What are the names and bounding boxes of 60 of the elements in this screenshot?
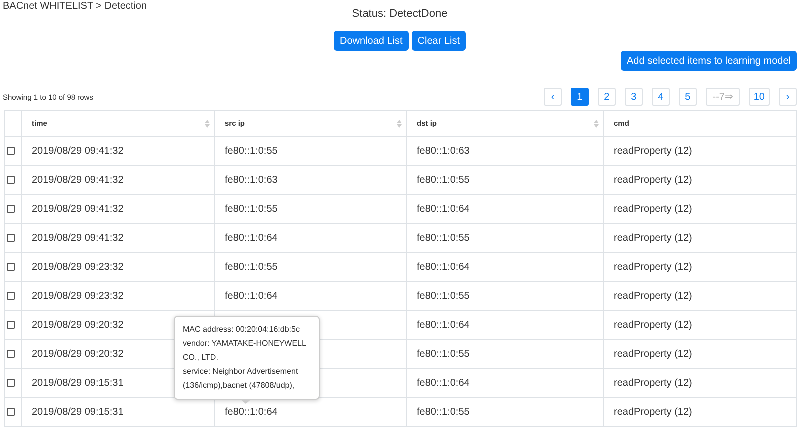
table-cell: fe80::1:0:55 [214,252,406,282]
page-link[interactable]: 4 [652,88,670,106]
sort-icon [594,120,599,128]
row-checkbox[interactable] [7,234,15,242]
row-checkbox[interactable] [7,408,15,416]
page-link[interactable]: ‹ [544,88,562,106]
page-link[interactable]: 5 [678,88,697,106]
table-cell: readProperty (12) [604,340,796,368]
tooltip: MAC address: 00:20:04:16:db:5c vendor: YAMATAKE-HONEYWELL CO., LTD. service: Neighbor Advertisement (136/icmp),bacnet (47808/udp), [174,316,320,400]
table-cell: readProperty (12) [604,310,796,340]
table-cell: readProperty (12) [604,194,796,224]
row-checkbox[interactable] [7,176,15,184]
table-cell: fe80::1:0:55 [406,398,604,426]
sort-icon [205,120,210,128]
table-cell: fe80::1:0:55 [214,136,406,166]
table-cell: fe80::1:0:64 [406,368,604,398]
table-cell: fe80::1:0:64 [406,252,604,282]
status-text: Status: DetectDone [352,8,448,20]
table-cell: readProperty (12) [604,368,796,398]
table-cell: readProperty (12) [604,252,796,282]
action-button[interactable]: Clear List [412,31,466,51]
table-cell: fe80::1:0:64 [214,224,406,252]
sort-icon [397,120,402,128]
row-checkbox[interactable] [7,378,15,387]
table-cell: 2019/08/29 09:41:32 [22,224,214,252]
page-link[interactable]: › [779,88,797,106]
page-link[interactable]: 3 [624,88,643,106]
table-cell: fe80::1:0:64 [406,194,604,224]
row-checkbox[interactable] [7,204,15,213]
table-cell: fe80::1:0:55 [406,282,604,310]
table-cell: readProperty (12) [604,136,796,166]
row-checkbox[interactable] [7,320,15,329]
breadcrumb: BACnet WHITELIST > Detection [3,1,148,12]
table-cell: fe80::1:0:55 [406,224,604,252]
table-cell: 2019/08/29 09:23:32 [22,282,214,310]
table-cell: fe80::1:0:55 [406,166,604,194]
tooltip-pointer [240,399,252,404]
action-button[interactable]: Download List [334,31,409,51]
table-cell: fe80::1:0:64 [406,310,604,340]
table-cell: readProperty (12) [604,224,796,252]
table-cell: readProperty (12) [604,166,796,194]
table-cell: readProperty (12) [604,282,796,310]
table-cell: 2019/08/29 09:41:32 [22,136,214,166]
table-cell: 2019/08/29 09:23:32 [22,252,214,282]
table-cell: fe80::1:0:63 [406,136,604,166]
table-cell: 2019/08/29 09:41:32 [22,166,214,194]
page-link[interactable]: 10 [748,88,770,106]
page-link[interactable]: 2 [598,88,616,106]
page-link[interactable]: 1 [570,88,589,106]
table-cell: fe80::1:0:55 [406,340,604,368]
table-cell: fe80::1:0:64 [214,282,406,310]
row-checkbox[interactable] [7,146,15,155]
table-cell: fe80::1:0:55 [214,194,406,224]
row-checkbox[interactable] [7,350,15,358]
table-cell: fe80::1:0:63 [214,166,406,194]
row-checkbox[interactable] [7,292,15,300]
table-cell: readProperty (12) [604,398,796,426]
learn-button[interactable]: Add selected items to learning model [621,51,797,71]
table-cell: 2019/08/29 09:41:32 [22,194,214,224]
row-checkbox[interactable] [7,262,15,271]
